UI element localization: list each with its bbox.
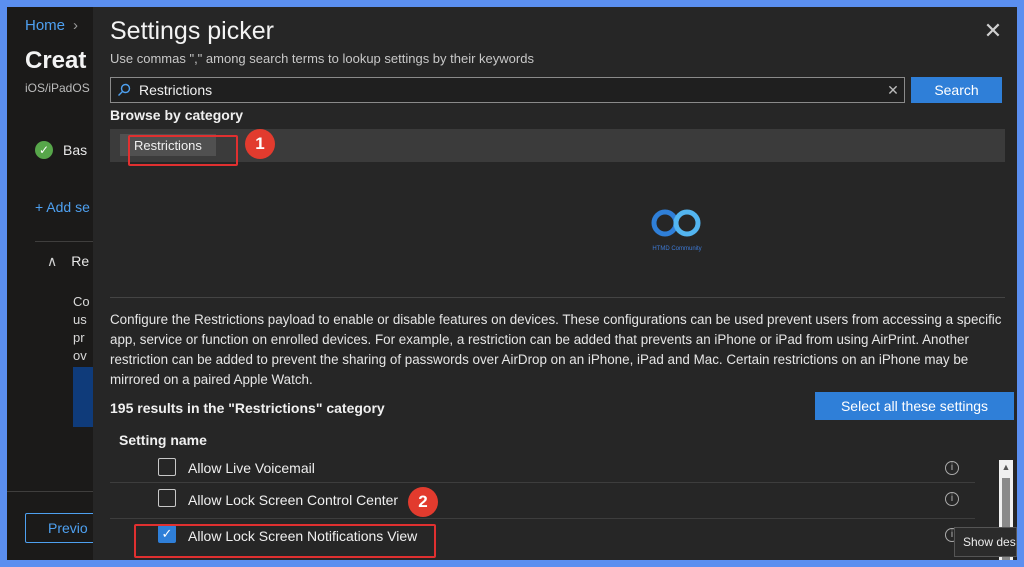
column-header-setting-name: Setting name [119,432,207,448]
checkbox[interactable] [158,458,176,476]
step-badge-1: 1 [245,129,275,159]
breadcrumb-home[interactable]: Home [25,17,65,34]
scroll-up-arrow-icon[interactable]: ▲ [999,460,1013,474]
highlight-box-setting [134,524,436,558]
check-circle-icon: ✓ [35,141,53,159]
chevron-up-icon: ∧ [47,253,58,269]
search-box: ✕ [110,77,905,103]
htmd-logo-icon [651,209,701,237]
list-item[interactable]: Allow Live Voicemail i [110,458,975,482]
desc-line: ov [73,348,87,363]
clear-icon[interactable]: ✕ [882,82,904,99]
info-icon[interactable]: i [945,492,959,506]
htmd-logo: HTMD Community [647,207,707,252]
panel-title: Settings picker [110,17,274,45]
info-icon[interactable]: i [945,461,959,475]
tooltip: Show desk [954,527,1017,557]
select-all-button[interactable]: Select all these settings [815,392,1014,420]
results-count: 195 results in the "Restrictions" catego… [110,400,385,416]
setting-label: Allow Lock Screen Control Center [188,492,399,508]
desc-line: us [73,312,87,327]
wizard-step-basics[interactable]: ✓ Bas [35,141,87,159]
page-subtitle: iOS/iPadOS [25,81,90,95]
step-badge-2: 2 [408,487,438,517]
desc-line: pr [73,330,85,345]
page-title: Creat [25,47,87,74]
add-settings-link[interactable]: + Add se [35,199,90,215]
breadcrumb[interactable]: Home › [25,17,78,34]
restrictions-expander[interactable]: ∧ Re [47,253,89,270]
divider [110,297,1005,298]
logo-caption: HTMD Community [652,246,702,252]
close-icon[interactable]: ✕ [983,20,1003,42]
highlight-box-category [128,135,238,166]
desc-line: Co [73,294,90,309]
expander-label: Re [71,253,90,269]
search-button[interactable]: Search [911,77,1002,103]
chevron-right-icon: › [73,17,79,34]
search-icon [113,79,135,101]
checkbox[interactable] [158,489,176,507]
list-item[interactable]: Allow Lock Screen Control Center i [110,482,975,518]
expander-description: Co us pr ov [73,293,90,365]
browse-by-category-label: Browse by category [110,107,244,123]
wizard-step-label: Bas [63,142,88,158]
settings-picker-panel: Settings picker Use commas "," among sea… [93,7,1017,560]
screenshot-frame: Home › Creat iOS/iPadOS ✓ Bas + Add se ∧ R… [7,7,1017,560]
selection-bar [73,367,93,427]
search-hint: Use commas "," among search terms to loo… [110,51,534,66]
category-description: Configure the Restrictions payload to en… [110,312,1002,387]
search-input[interactable] [135,82,882,98]
setting-label: Allow Live Voicemail [188,460,315,476]
